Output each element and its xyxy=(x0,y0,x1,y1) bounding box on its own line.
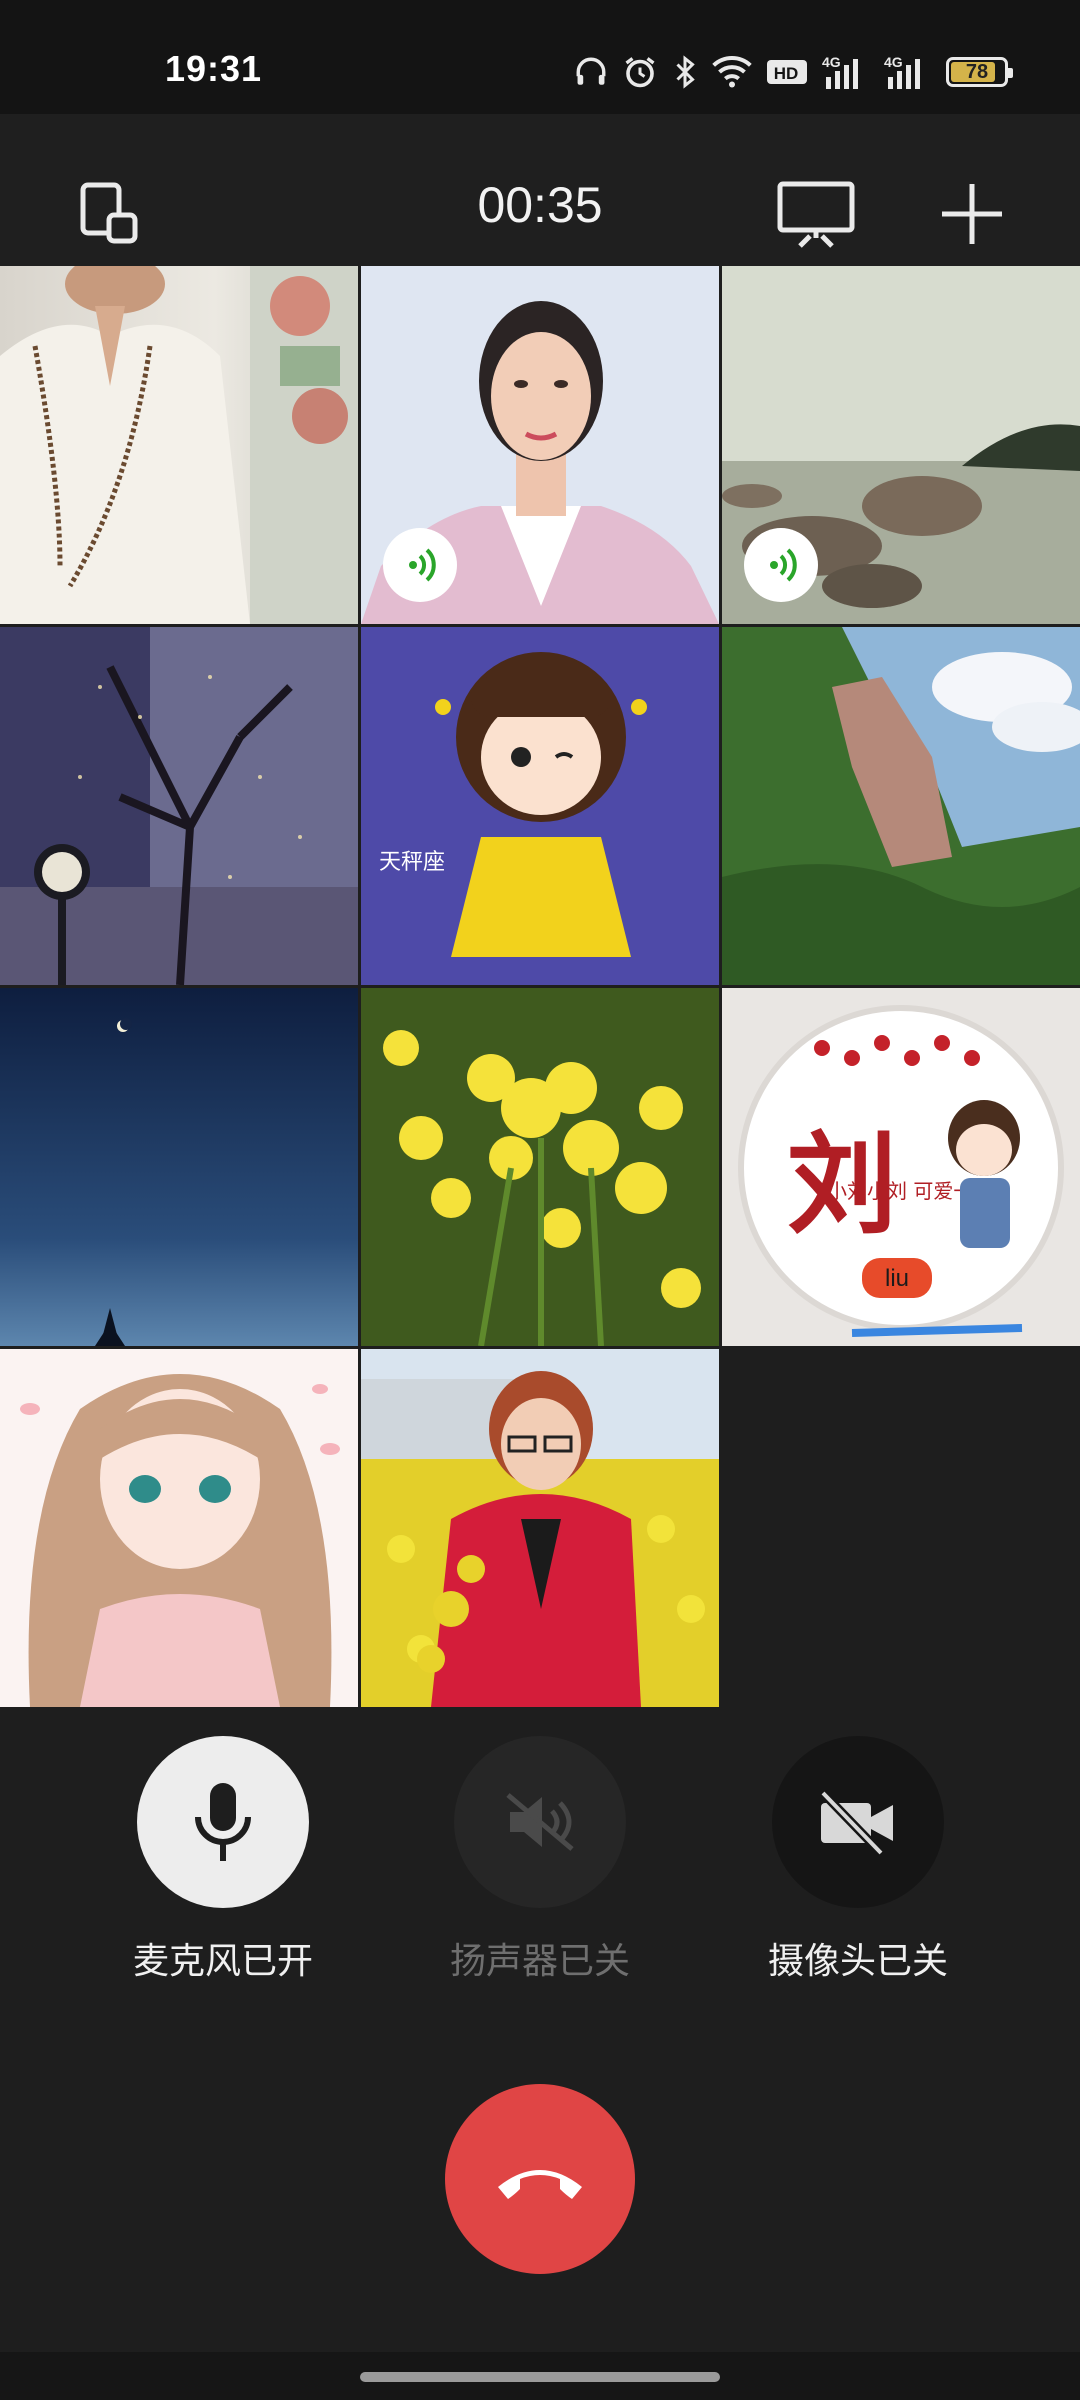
participant-tile[interactable] xyxy=(0,266,358,624)
svg-text:liu: liu xyxy=(885,1265,909,1292)
participant-video xyxy=(361,988,719,1346)
navigation-bar xyxy=(0,2352,1080,2400)
participant-video xyxy=(361,1349,719,1707)
participant-tile[interactable] xyxy=(361,988,719,1346)
participant-tile[interactable]: 天秤座 xyxy=(361,627,719,985)
call-timer: 00:35 xyxy=(477,177,603,233)
hang-up-icon xyxy=(498,2170,582,2199)
participant-video xyxy=(722,627,1080,985)
camera-control: 摄像头已关 xyxy=(738,1736,978,1984)
mic-control: 麦克风已开 xyxy=(103,1736,343,1984)
hd-icon: HD xyxy=(766,52,808,92)
speaker-off-icon xyxy=(506,1793,574,1851)
screen-share-icon xyxy=(777,181,855,248)
camera-label: 摄像头已关 xyxy=(767,1941,948,1982)
speaker-control: 扬声器已关 xyxy=(420,1736,660,1984)
hangup-button[interactable] xyxy=(445,2084,635,2274)
participant-tile[interactable] xyxy=(722,266,1080,624)
status-bar: 19:31 HD 4G 4G 78 xyxy=(0,0,1080,114)
camera-toggle-button[interactable] xyxy=(772,1736,944,1908)
battery-level: 78 xyxy=(965,61,989,83)
4g-signal-icon: 4G xyxy=(822,52,870,92)
participant-video: 天秤座 xyxy=(361,627,719,985)
screen-share-button[interactable] xyxy=(776,174,856,254)
microphone-icon xyxy=(195,1783,251,1861)
camera-off-icon xyxy=(819,1789,893,1857)
4g-signal-icon: 4G xyxy=(884,52,932,92)
svg-text:HD: HD xyxy=(774,64,799,83)
participant-tile[interactable] xyxy=(361,1349,719,1707)
add-icon xyxy=(942,184,1002,244)
mic-toggle-button[interactable] xyxy=(137,1736,309,1908)
participant-tile[interactable] xyxy=(0,988,358,1346)
participant-tile[interactable] xyxy=(0,1349,358,1707)
speaking-wave-icon xyxy=(770,548,797,582)
call-top-bar: 00:35 xyxy=(0,114,1080,266)
wifi-icon xyxy=(712,52,752,92)
status-time: 19:31 xyxy=(165,48,263,89)
speaker-label: 扬声器已关 xyxy=(449,1941,630,1982)
bluetooth-icon xyxy=(672,52,698,92)
participant-video xyxy=(0,988,358,1346)
participant-grid: 天秤座 刘 小刘小刘 可爱一流 liu xyxy=(0,266,1080,1707)
participant-video xyxy=(0,266,358,624)
speaking-indicator xyxy=(383,528,457,602)
participant-tile[interactable] xyxy=(0,627,358,985)
speaking-wave-icon xyxy=(409,548,436,582)
participant-video xyxy=(0,627,358,985)
participant-tile[interactable] xyxy=(722,627,1080,985)
mic-label: 麦克风已开 xyxy=(132,1941,313,1982)
alarm-icon xyxy=(622,52,658,92)
participant-tile[interactable]: 刘 小刘小刘 可爱一流 liu xyxy=(722,988,1080,1346)
participant-video xyxy=(0,1349,358,1707)
speaker-toggle-button[interactable] xyxy=(454,1736,626,1908)
participant-video: 刘 小刘小刘 可爱一流 liu xyxy=(722,988,1080,1346)
status-icons: HD 4G 4G 78 xyxy=(574,50,1013,94)
battery-icon: 78 xyxy=(946,52,1013,92)
participant-tile[interactable] xyxy=(361,266,719,624)
svg-text:天秤座: 天秤座 xyxy=(379,850,445,875)
home-indicator[interactable] xyxy=(360,2372,720,2382)
svg-text:4G: 4G xyxy=(822,54,841,70)
headphones-icon xyxy=(574,52,608,92)
speaking-indicator xyxy=(744,528,818,602)
call-controls: 麦克风已开 扬声器已关 摄像头已关 xyxy=(0,1706,1080,2356)
add-participant-button[interactable] xyxy=(932,174,1012,254)
svg-text:4G: 4G xyxy=(884,54,903,70)
